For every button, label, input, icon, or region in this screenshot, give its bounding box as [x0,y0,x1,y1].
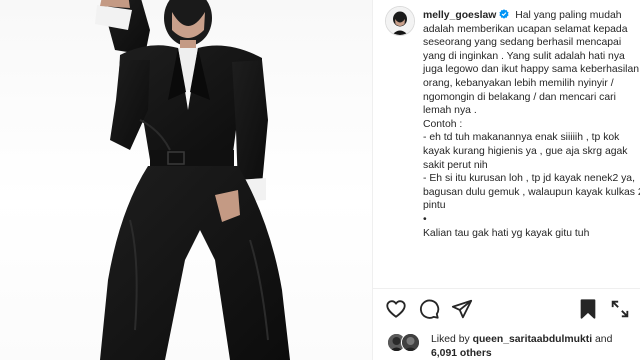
liker-avatar [401,333,420,352]
verified-badge-icon [499,9,509,19]
post-sidebar: melly_goeslaw Hal yang paling mudah adal… [373,0,640,360]
post-photo[interactable] [0,0,372,360]
save-button[interactable] [577,298,599,320]
action-bar [373,292,640,326]
caption-body: melly_goeslaw Hal yang paling mudah adal… [423,9,640,240]
likes-joiner: and [595,334,613,345]
expand-icon [611,300,629,318]
fullscreen-button[interactable] [609,298,631,320]
bookmark-icon [580,299,596,319]
liker-username[interactable]: queen_saritaabdulmukti [473,334,593,345]
share-button[interactable] [451,298,473,320]
author-username[interactable]: melly_goeslaw [423,10,496,21]
paper-plane-icon [451,299,473,319]
liker-avatars[interactable] [387,333,427,353]
caption-text: Hal yang paling mudah adalah memberikan … [423,10,640,239]
section-divider [373,288,640,289]
photo-woman-in-black-suit [95,0,290,360]
likes-text: Liked by queen_saritaabdulmukti and 6,09… [431,333,640,360]
likes-prefix: Liked by [431,334,470,345]
comment-icon [420,299,440,319]
like-button[interactable] [385,298,407,320]
author-avatar[interactable] [385,6,415,36]
caption-section: melly_goeslaw Hal yang paling mudah adal… [385,6,640,284]
likes-count[interactable]: 6,091 others [431,348,492,359]
avatar-image [386,7,414,35]
likes-summary: Liked by queen_saritaabdulmukti and 6,09… [387,330,637,360]
heart-icon [386,300,406,318]
instagram-post-view: melly_goeslaw Hal yang paling mudah adal… [0,0,640,360]
comment-button[interactable] [418,298,440,320]
